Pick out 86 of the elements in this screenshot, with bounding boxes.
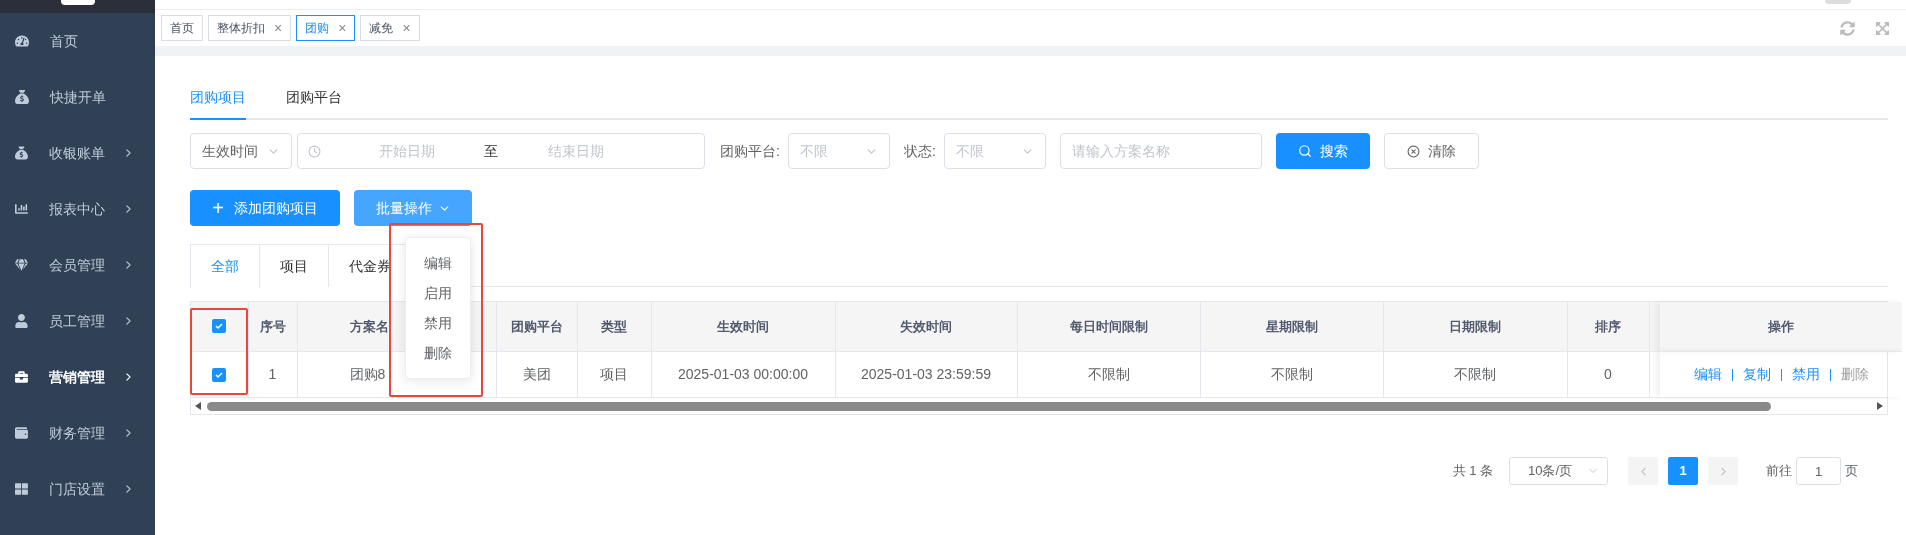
tab-label: 团购: [305, 20, 330, 37]
start-date-placeholder: 开始日期: [377, 141, 436, 161]
search-icon: [1297, 144, 1312, 158]
user-icon: [15, 314, 28, 328]
grid-icon: [15, 482, 28, 496]
action-link[interactable]: 复制: [1742, 365, 1771, 382]
platform-label: 团购平台:: [720, 141, 780, 161]
sidebar-item[interactable]: 员工管理: [0, 293, 155, 349]
scroll-left-icon[interactable]: [195, 402, 201, 410]
date-range-field[interactable]: 开始日期 至 结束日期: [297, 133, 705, 169]
page-tab[interactable]: 整体折扣 ×: [208, 15, 292, 41]
refresh-icon[interactable]: [1840, 20, 1855, 36]
scroll-right-icon[interactable]: [1877, 402, 1883, 410]
sidebar-item[interactable]: 会员管理: [0, 237, 155, 293]
time-type-select[interactable]: 生效时间: [190, 133, 292, 169]
table-cell: 不限制: [1017, 351, 1200, 397]
tab-label: 整体折扣: [217, 20, 265, 37]
sidebar-item[interactable]: 财务管理: [0, 405, 155, 461]
close-icon[interactable]: ×: [402, 21, 411, 35]
goto-label: 前往: [1766, 462, 1792, 481]
money-bag-icon: [15, 90, 29, 104]
row-checkbox[interactable]: [212, 368, 227, 383]
table-header-cell: 失效时间: [835, 302, 1017, 351]
sidebar-item[interactable]: 快捷开单: [0, 69, 155, 125]
end-date-placeholder: 结束日期: [546, 141, 605, 161]
total-count: 共 1 条: [1452, 462, 1493, 481]
briefcase-icon: [15, 370, 28, 384]
page-size-select[interactable]: 10条/页: [1509, 457, 1608, 485]
gauge-icon: [15, 34, 29, 48]
table-header-cell: 团购平台: [496, 302, 577, 351]
table-header-cell: 星期限制: [1200, 302, 1383, 351]
tab-label: 减免: [369, 20, 394, 37]
tab-label: 首页: [170, 20, 194, 37]
diamond-icon: [15, 258, 28, 272]
clear-button[interactable]: 清除: [1383, 133, 1479, 169]
goto-page-field[interactable]: 1: [1796, 457, 1841, 485]
content-tab[interactable]: 团购项目: [190, 84, 246, 120]
status-label: 状态:: [903, 141, 936, 161]
sidebar-item[interactable]: 首页: [0, 13, 155, 69]
sidebar-item[interactable]: 收银账单: [0, 125, 155, 181]
content-tab[interactable]: 团购平台: [286, 84, 342, 120]
wallet-icon: [15, 426, 28, 440]
bar-chart-icon: [15, 202, 28, 216]
clock-icon: [308, 144, 321, 158]
avatar-icon: [1825, 0, 1851, 4]
horizontal-scrollbar[interactable]: [191, 397, 1887, 414]
clear-icon: [1406, 144, 1420, 158]
check-icon: [214, 370, 225, 381]
page-tab[interactable]: 团购 ×: [296, 15, 356, 41]
scrollbar-thumb[interactable]: [207, 401, 1772, 411]
table-cell: 不限制: [1383, 351, 1567, 397]
table-cell: 2025-01-03 00:00:00: [651, 351, 835, 397]
table-header-cell: 类型: [577, 302, 651, 351]
fullscreen-icon[interactable]: [1875, 20, 1890, 36]
table-header-cell: 日期限制: [1383, 302, 1567, 351]
page-tab[interactable]: 减免 ×: [360, 15, 420, 41]
sidebar-item[interactable]: 门店设置: [0, 461, 155, 517]
table-cell: 不限制: [1200, 351, 1383, 397]
table-cell: 项目: [577, 351, 651, 397]
table-header-cell: 序号: [248, 302, 297, 351]
table-header-cell: 生效时间: [651, 302, 835, 351]
table-header-cell: 每日时间限制: [1017, 302, 1200, 351]
action-link[interactable]: 编辑: [1693, 365, 1722, 382]
table-cell: 0: [1567, 351, 1649, 397]
name-search-field[interactable]: 请输入方案名称: [1059, 133, 1262, 169]
close-icon[interactable]: ×: [274, 21, 283, 35]
sidebar-item[interactable]: 报表中心: [0, 181, 155, 237]
goto-suffix: 页: [1845, 462, 1858, 481]
table-cell: 2025-01-03 23:59:59: [835, 351, 1017, 397]
sidebar-item[interactable]: 营销管理: [0, 349, 155, 405]
close-icon[interactable]: ×: [338, 21, 347, 35]
menu-item[interactable]: 禁用: [424, 308, 452, 338]
table-header-cell: 操作: [1660, 302, 1902, 351]
range-separator: 至: [484, 141, 498, 161]
page-tab[interactable]: 首页: [161, 15, 203, 41]
menu-item[interactable]: 编辑: [424, 248, 452, 278]
table-cell: 1: [248, 351, 297, 397]
logo-icon: [60, 0, 95, 5]
sub-tab[interactable]: 项目: [260, 244, 329, 287]
select-all-checkbox[interactable]: [212, 318, 227, 333]
check-icon: [214, 320, 225, 331]
table-header-cell: 排序: [1567, 302, 1649, 351]
sub-tab[interactable]: 全部: [190, 244, 260, 288]
action-link[interactable]: 禁用: [1791, 365, 1820, 382]
money-bag-icon: [15, 146, 28, 160]
table-cell: 美团: [496, 351, 577, 397]
